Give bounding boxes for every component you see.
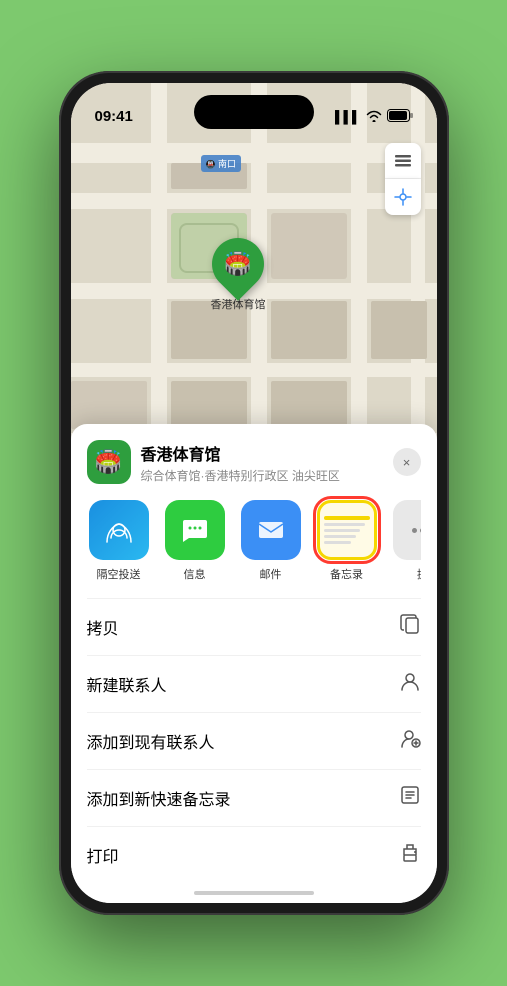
- share-item-more[interactable]: 提: [391, 500, 421, 582]
- action-list: 拷贝 新建联系人: [87, 598, 421, 883]
- share-item-airdrop[interactable]: 隔空投送: [87, 500, 151, 582]
- venue-header: 🏟️ 香港体育馆 综合体育馆·香港特别行政区 油尖旺区 ×: [87, 440, 421, 496]
- action-copy-label: 拷贝: [87, 615, 119, 639]
- share-row: 隔空投送 信息: [87, 496, 421, 598]
- action-add-contact[interactable]: 添加到现有联系人: [87, 713, 421, 770]
- share-item-mail[interactable]: 邮件: [239, 500, 303, 582]
- notes-icon-box: [317, 500, 377, 560]
- mail-label: 邮件: [260, 566, 282, 582]
- new-contact-icon: [399, 670, 421, 698]
- map-controls: [385, 143, 421, 215]
- map-label-icon: 🚇: [206, 160, 216, 169]
- airdrop-label: 隔空投送: [97, 566, 141, 582]
- map-layer-button[interactable]: [385, 143, 421, 179]
- venue-subtitle: 综合体育馆·香港特别行政区 油尖旺区: [141, 467, 383, 484]
- signal-icon: ▌▌▌: [335, 110, 361, 124]
- map-label-text: 南口: [218, 159, 236, 169]
- more-label: 提: [417, 566, 421, 582]
- location-button[interactable]: [385, 179, 421, 215]
- share-item-notes[interactable]: 备忘录: [315, 500, 379, 582]
- printer-icon: [399, 841, 421, 869]
- action-new-contact-label: 新建联系人: [87, 672, 167, 696]
- venue-info: 香港体育馆 综合体育馆·香港特别行政区 油尖旺区: [141, 441, 383, 484]
- action-add-contact-label: 添加到现有联系人: [87, 729, 215, 753]
- action-quick-note-label: 添加到新快速备忘录: [87, 786, 231, 810]
- copy-icon: [399, 613, 421, 641]
- pin-icon: 🏟️: [224, 251, 251, 277]
- pin-circle: 🏟️: [201, 227, 275, 301]
- mail-icon-box: [241, 500, 301, 560]
- more-icon-box: [393, 500, 421, 560]
- map-label: 🚇 南口: [201, 155, 242, 172]
- add-contact-icon: [399, 727, 421, 755]
- status-icons: ▌▌▌: [335, 109, 413, 125]
- dynamic-island: [194, 95, 314, 129]
- action-new-contact[interactable]: 新建联系人: [87, 656, 421, 713]
- share-item-message[interactable]: 信息: [163, 500, 227, 582]
- venue-name: 香港体育馆: [141, 441, 383, 465]
- battery-icon: [387, 109, 413, 125]
- close-button[interactable]: ×: [393, 448, 421, 476]
- venue-icon: 🏟️: [87, 440, 131, 484]
- phone-screen: 09:41 ▌▌▌: [71, 83, 437, 903]
- notes-label: 备忘录: [330, 566, 363, 582]
- stadium-pin[interactable]: 🏟️ 香港体育馆: [211, 238, 266, 312]
- notes-lines: [320, 512, 374, 548]
- home-indicator: [194, 891, 314, 895]
- message-label: 信息: [184, 566, 206, 582]
- action-print[interactable]: 打印: [87, 827, 421, 883]
- phone-frame: 09:41 ▌▌▌: [59, 71, 449, 915]
- wifi-icon: [366, 110, 382, 125]
- airdrop-icon-box: [89, 500, 149, 560]
- bottom-sheet: 🏟️ 香港体育馆 综合体育馆·香港特别行政区 油尖旺区 ×: [71, 424, 437, 903]
- more-dots: [412, 528, 421, 533]
- status-time: 09:41: [95, 108, 133, 125]
- action-copy[interactable]: 拷贝: [87, 599, 421, 656]
- action-quick-note[interactable]: 添加到新快速备忘录: [87, 770, 421, 827]
- quick-note-icon: [399, 784, 421, 812]
- venue-emoji: 🏟️: [95, 449, 122, 475]
- action-print-label: 打印: [87, 843, 119, 867]
- message-icon-box: [165, 500, 225, 560]
